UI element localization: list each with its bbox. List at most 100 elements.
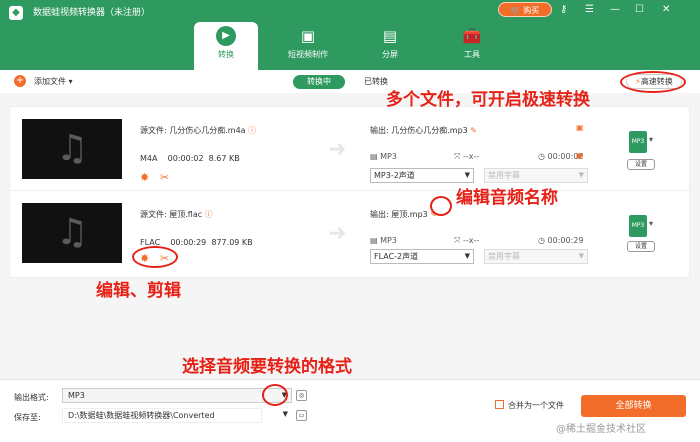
save-path-dropdown[interactable]: ▼ — [264, 408, 292, 423]
close-icon[interactable]: ✕ — [662, 4, 670, 16]
file-format: M4A — [140, 154, 158, 163]
mp3-format-icon[interactable]: MP3 — [629, 215, 647, 237]
copy-icon[interactable]: ▣ — [576, 123, 584, 132]
tab-label: 短视频制作 — [288, 50, 328, 59]
source-file-label: 源文件: 屋顶.flac ⓘ — [140, 209, 213, 220]
info-icon[interactable]: ⓘ — [205, 210, 213, 219]
output-duration: ◷ 00:00:29 — [538, 236, 584, 245]
resolution-text: --x-- — [462, 152, 480, 161]
key-icon[interactable]: ⚷ — [560, 4, 567, 16]
split-screen-icon: ▤ — [382, 27, 398, 45]
copy-icon[interactable]: ▣ — [576, 151, 584, 160]
annotation-fast: 多个文件，可开启极速转换 — [386, 90, 590, 110]
source-file-label: 源文件: 几分伤心几分痴.m4a ⓘ — [140, 125, 256, 136]
tab-split-screen[interactable]: ▤ 分屏 — [358, 22, 422, 66]
output-format-info: ▤ MP3 — [370, 236, 397, 245]
add-file-label: 添加文件 — [34, 77, 66, 86]
source-file-text: 源文件: 几分伤心几分痴.m4a — [140, 126, 246, 135]
output-resolution: ⤧ --x-- — [454, 236, 480, 245]
chevron-down-icon[interactable]: ▾ — [649, 135, 653, 144]
duration-text: 00:00:29 — [547, 236, 584, 245]
output-resolution: ⤧ --x-- — [454, 152, 480, 161]
chevron-down-icon: ▼ — [282, 410, 288, 418]
output-name: 输出: 几分伤心几分痴.mp3 ✎ — [370, 125, 477, 136]
output-name-text: 输出: 几分伤心几分痴.mp3 — [370, 126, 468, 135]
music-note-icon: ♫ — [22, 203, 122, 263]
maximize-icon[interactable]: ☐ — [635, 4, 644, 16]
tab-short-video[interactable]: ▣ 短视频制作 — [276, 22, 340, 66]
annotation-format: 选择音频要转换的格式 — [182, 357, 352, 377]
annotation-circle — [132, 246, 178, 268]
add-file-icon[interactable]: + — [14, 75, 26, 87]
app-logo-icon: ◆ — [9, 6, 23, 20]
cut-icon[interactable]: ✂ — [160, 171, 169, 184]
output-format: MP3 — [380, 236, 397, 245]
audio-channel-select[interactable]: FLAC-2声道 ▼ — [370, 249, 474, 264]
buy-button[interactable]: 🛒 购买 — [498, 2, 552, 17]
audio-channel-select[interactable]: MP3-2声道 ▼ — [370, 168, 474, 183]
subtitle-value: 禁用字幕 — [488, 171, 520, 180]
file-duration: 00:00:29 — [170, 238, 207, 247]
file-item: ♫ 源文件: 几分伤心几分痴.m4a ⓘ M4A 00:00:02 8.67 K… — [9, 106, 690, 194]
arrow-right-icon: ➜ — [328, 137, 347, 162]
chevron-down-icon: ▼ — [464, 252, 470, 260]
output-format-info: ▤ MP3 — [370, 152, 397, 161]
resolution-text: --x-- — [462, 236, 480, 245]
annotation-edit-cut: 编辑、剪辑 — [96, 281, 181, 301]
file-duration: 00:00:02 — [167, 154, 204, 163]
folder-icon[interactable]: ▭ — [296, 410, 307, 421]
save-to-label: 保存至: — [14, 413, 41, 422]
toolbox-icon: 🧰 — [462, 27, 482, 45]
tab-label: 工具 — [464, 50, 480, 59]
settings-button[interactable]: 设置 — [627, 241, 655, 252]
settings-button[interactable]: 设置 — [627, 159, 655, 170]
annotation-circle — [262, 384, 288, 406]
chevron-down-icon: ▼ — [578, 252, 584, 260]
merge-checkbox[interactable] — [495, 400, 504, 409]
format-settings-icon[interactable]: ◎ — [296, 390, 307, 401]
tab-convert[interactable]: ▶ 转换 — [194, 22, 258, 70]
video-edit-icon: ▣ — [300, 27, 316, 45]
file-meta: M4A 00:00:02 8.67 KB — [140, 154, 240, 163]
subtitle-select[interactable]: 禁用字幕 ▼ — [484, 168, 588, 183]
channel-value: FLAC-2声道 — [374, 252, 419, 261]
info-icon[interactable]: ⓘ — [248, 126, 256, 135]
tab-converting[interactable]: 转换中 — [293, 75, 345, 89]
file-item: ♫ 源文件: 屋顶.flac ⓘ FLAC 00:00:29 877.09 KB… — [9, 190, 690, 278]
chevron-down-icon: ▼ — [464, 171, 470, 179]
chevron-down-icon: ▼ — [578, 171, 584, 179]
file-list: ♫ 源文件: 几分伤心几分痴.m4a ⓘ M4A 00:00:02 8.67 K… — [0, 93, 700, 379]
save-path-value: D:\数据蛙\数据蛙视频转换器\Converted — [68, 411, 215, 420]
output-format-label: 输出格式: — [14, 393, 49, 402]
app-title: 数据蛙视频转换器（未注册） — [33, 8, 151, 18]
convert-icon: ▶ — [216, 26, 236, 46]
rename-pencil-icon[interactable]: ✎ — [470, 126, 477, 135]
output-name-text: 输出: 屋顶.mp3 — [370, 210, 428, 219]
annotation-circle — [430, 196, 452, 216]
convert-all-button[interactable]: 全部转换 — [581, 395, 686, 417]
tab-label: 分屏 — [382, 50, 398, 59]
arrow-right-icon: ➜ — [328, 221, 347, 246]
file-size: 8.67 KB — [208, 154, 240, 163]
output-format-select[interactable]: MP3 ▼ — [62, 388, 292, 403]
mp3-format-icon[interactable]: MP3 — [629, 131, 647, 153]
edit-icon[interactable]: ✸ — [140, 171, 149, 184]
annotation-rename: 编辑音频名称 — [456, 188, 558, 208]
output-format-value: MP3 — [68, 391, 85, 400]
watermark: @稀土掘金技术社区 — [556, 424, 646, 435]
title-bar: ◆ 数据蛙视频转换器（未注册） 🛒 购买 ⚷ ☰ — ☐ ✕ ▶ 转换 ▣ 短视频制… — [0, 0, 700, 70]
add-file-button[interactable]: 添加文件 ▾ — [34, 76, 73, 87]
save-path-field[interactable]: D:\数据蛙\数据蛙视频转换器\Converted — [62, 408, 262, 423]
tab-converted[interactable]: 已转换 — [364, 75, 388, 89]
toolbar: + 添加文件 ▾ 转换中 已转换 ⚡高速转换 — [0, 70, 700, 92]
menu-icon[interactable]: ☰ — [585, 4, 594, 16]
file-size: 877.09 KB — [211, 238, 253, 247]
subtitle-value: 禁用字幕 — [488, 252, 520, 261]
tab-tools[interactable]: 🧰 工具 — [440, 22, 504, 66]
output-format: MP3 — [380, 152, 397, 161]
music-note-icon: ♫ — [22, 119, 122, 179]
chevron-down-icon[interactable]: ▾ — [649, 219, 653, 228]
tab-label: 转换 — [218, 50, 234, 59]
minimize-icon[interactable]: — — [610, 4, 620, 16]
subtitle-select[interactable]: 禁用字幕 ▼ — [484, 249, 588, 264]
